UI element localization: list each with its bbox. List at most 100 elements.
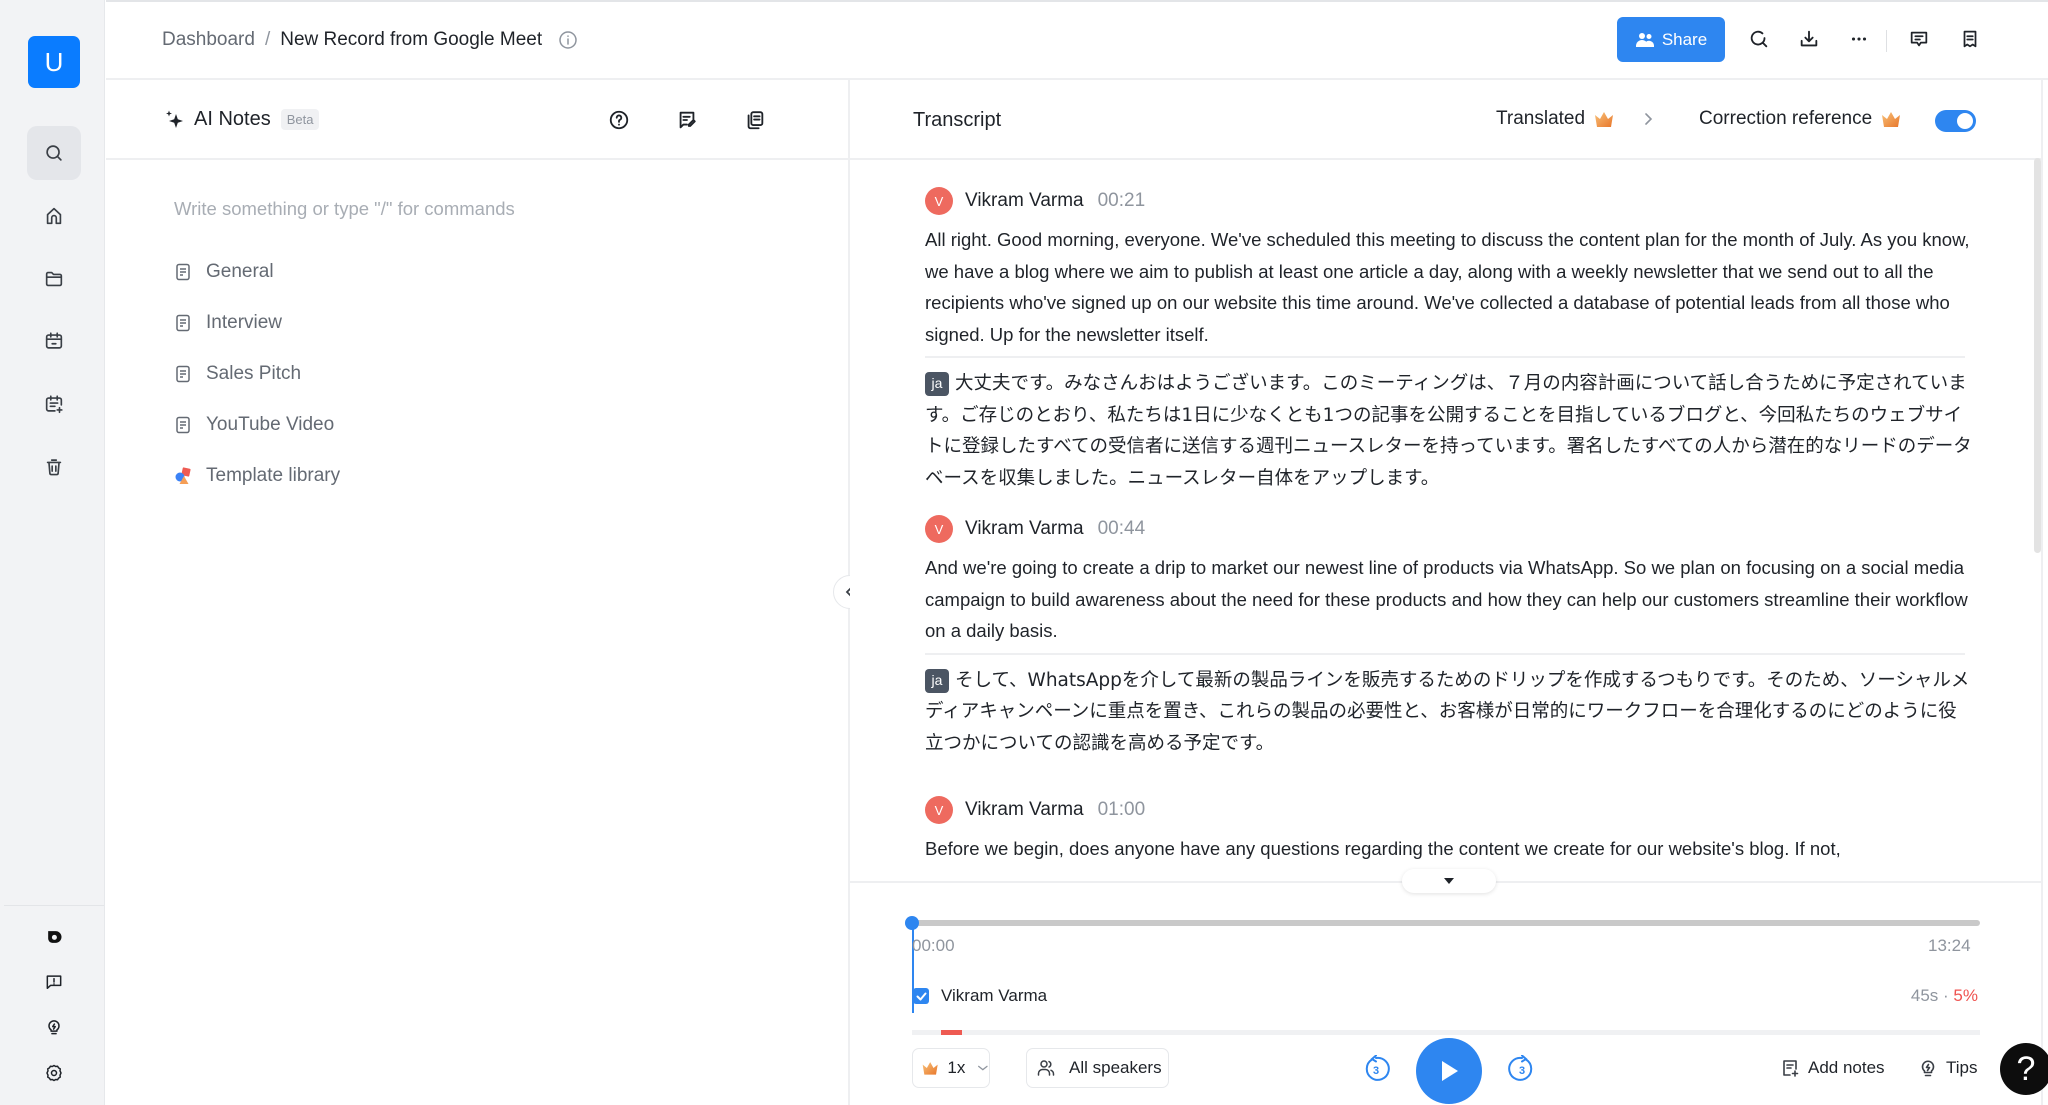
segment-header: V Vikram Varma 00:44 bbox=[925, 514, 1975, 544]
help-icon: ? bbox=[2016, 1049, 2036, 1088]
speaker-timeline[interactable] bbox=[912, 1030, 1980, 1035]
notes-help-button[interactable] bbox=[606, 107, 632, 133]
help-circle-icon bbox=[609, 110, 629, 130]
search-icon bbox=[46, 145, 62, 161]
rewind-seconds: 3 bbox=[1373, 1065, 1379, 1077]
add-notes-button[interactable]: Add notes bbox=[1780, 1058, 1885, 1078]
segment-header: V Vikram Varma 01:00 bbox=[925, 795, 1975, 825]
sidebar-item-folder[interactable] bbox=[27, 252, 81, 306]
speaker-name[interactable]: Vikram Varma bbox=[965, 190, 1084, 212]
document-icon bbox=[176, 263, 190, 281]
speaker-avatar: V bbox=[925, 187, 953, 215]
breadcrumb-dashboard-link[interactable]: Dashboard bbox=[162, 29, 255, 51]
refresh-search-icon bbox=[1750, 30, 1768, 48]
translation-text: 大丈夫です。みなさんおはようございます。このミーティングは、７月の内容計画につい… bbox=[925, 373, 1972, 489]
segment-text[interactable]: All right. Good morning, everyone. We've… bbox=[925, 224, 1975, 350]
template-general[interactable]: General bbox=[174, 257, 274, 287]
transcript-scrollbar[interactable] bbox=[2034, 158, 2041, 553]
document-icon bbox=[176, 365, 190, 383]
lightbulb-icon bbox=[1921, 1060, 1935, 1077]
chevron-right-icon[interactable] bbox=[1642, 108, 1656, 130]
caret-down-icon bbox=[1444, 878, 1454, 884]
total-time: 13:24 bbox=[1928, 936, 1971, 955]
ai-notes-title: AI Notes Beta bbox=[164, 108, 320, 131]
speaker-percent: 5% bbox=[1953, 986, 1978, 1005]
segment-text-content: Before we begin, does anyone have any qu… bbox=[925, 838, 1841, 859]
workspace-avatar[interactable]: U bbox=[28, 36, 80, 88]
playback-speed-select[interactable]: 1x bbox=[912, 1048, 990, 1088]
more-options-button[interactable] bbox=[1846, 26, 1872, 52]
sidebar-item-search[interactable] bbox=[27, 126, 81, 180]
tips-button[interactable]: Tips bbox=[1918, 1058, 1978, 1078]
rewind-3s-button[interactable]: 3 bbox=[1362, 1055, 1390, 1083]
comments-button[interactable] bbox=[1906, 26, 1932, 52]
template-sales-pitch[interactable]: Sales Pitch bbox=[174, 359, 301, 389]
forward-seconds: 3 bbox=[1519, 1065, 1525, 1077]
speaker-name[interactable]: Vikram Varma bbox=[965, 799, 1084, 821]
scroll-to-current-button[interactable] bbox=[1402, 869, 1496, 893]
template-label: YouTube Video bbox=[206, 414, 335, 435]
playback-speed-value: 1x bbox=[947, 1058, 966, 1077]
speaker-name[interactable]: Vikram Varma bbox=[965, 518, 1084, 540]
speaker-avatar: V bbox=[925, 515, 953, 543]
sidebar-item-calendar-add[interactable] bbox=[27, 377, 81, 431]
current-time: 00:00 bbox=[912, 936, 955, 955]
users-icon bbox=[1635, 32, 1654, 47]
template-label: General bbox=[206, 261, 274, 282]
segment-text-content: All right. Good morning, everyone. We've… bbox=[925, 229, 1970, 345]
translated-label: Translated bbox=[1496, 108, 1586, 129]
template-interview[interactable]: Interview bbox=[174, 308, 282, 338]
segment-text[interactable]: Before we begin, does anyone have any qu… bbox=[925, 833, 1975, 865]
summary-button[interactable] bbox=[1957, 26, 1983, 52]
top-header: Dashboard / New Record from Google Meet … bbox=[106, 0, 2048, 80]
sidebar-item-trash[interactable] bbox=[27, 440, 81, 494]
segment-text[interactable]: And we're going to create a drip to mark… bbox=[925, 552, 1975, 647]
download-button[interactable] bbox=[1796, 26, 1822, 52]
sidebar-divider bbox=[4, 905, 104, 906]
ai-search-button[interactable] bbox=[1746, 26, 1772, 52]
correction-reference-option: Correction reference bbox=[1699, 108, 1902, 130]
sidebar-item-settings[interactable] bbox=[27, 1046, 81, 1100]
correction-reference-label: Correction reference bbox=[1699, 108, 1873, 129]
speakers-filter-select[interactable]: All speakers bbox=[1026, 1048, 1169, 1088]
segment-timestamp[interactable]: 01:00 bbox=[1098, 799, 1146, 821]
template-label: Template library bbox=[206, 465, 341, 486]
brand-logo-icon bbox=[48, 931, 62, 943]
chevron-down-icon bbox=[978, 1065, 988, 1071]
transcript-segment: V Vikram Varma 00:44 And we're going to … bbox=[925, 514, 1975, 759]
speaker-checkbox[interactable] bbox=[913, 988, 929, 1004]
segment-timestamp[interactable]: 00:44 bbox=[1098, 518, 1146, 540]
ai-notes-title-text: AI Notes bbox=[194, 108, 271, 130]
notes-prompt-button[interactable] bbox=[674, 107, 700, 133]
segment-header: V Vikram Varma 00:21 bbox=[925, 186, 1975, 216]
notes-copy-button[interactable] bbox=[742, 107, 768, 133]
share-button[interactable]: Share bbox=[1617, 17, 1725, 62]
segment-timestamp[interactable]: 00:21 bbox=[1098, 190, 1146, 212]
help-button[interactable]: ? bbox=[2000, 1043, 2048, 1095]
translation-divider bbox=[925, 356, 1965, 358]
chat-edit-icon bbox=[679, 111, 696, 129]
playback-progress-bar[interactable] bbox=[905, 916, 1980, 930]
sidebar-item-home[interactable] bbox=[27, 189, 81, 243]
play-button[interactable] bbox=[1416, 1038, 1482, 1104]
template-library[interactable]: Template library bbox=[174, 461, 340, 491]
ai-notes-panel: AI Notes Beta Write something or type "/… bbox=[106, 80, 849, 1105]
transcript-header: Transcript Translated Correction referen… bbox=[850, 80, 2041, 160]
language-badge: ja bbox=[925, 668, 949, 693]
transcript-segment: V Vikram Varma 01:00 Before we begin, do… bbox=[925, 795, 1975, 865]
translated-option[interactable]: Translated bbox=[1496, 108, 1615, 130]
notes-editor[interactable]: Write something or type "/" for commands bbox=[174, 198, 515, 220]
sidebar-item-calendar[interactable] bbox=[27, 314, 81, 368]
segment-translation[interactable]: ja 大丈夫です。みなさんおはようございます。このミーティングは、７月の内容計画に… bbox=[925, 368, 1975, 494]
template-youtube-video[interactable]: YouTube Video bbox=[174, 410, 334, 440]
info-icon[interactable] bbox=[558, 30, 578, 50]
segment-text-content: And we're going to create a drip to mark… bbox=[925, 557, 1968, 641]
premium-crown-icon bbox=[922, 1062, 938, 1075]
translation-divider bbox=[925, 652, 1965, 655]
translation-text: そして、WhatsAppを介して最新の製品ラインを販売するためのドリップを作成す… bbox=[925, 669, 1970, 754]
segment-translation[interactable]: ja そして、WhatsAppを介して最新の製品ラインを販売するためのドリップを作… bbox=[925, 665, 1975, 760]
speakers-icon bbox=[1037, 1060, 1055, 1076]
forward-3s-button[interactable]: 3 bbox=[1508, 1055, 1536, 1083]
correction-reference-toggle[interactable] bbox=[1935, 110, 1976, 132]
speaker-talk-segment[interactable] bbox=[941, 1030, 963, 1035]
